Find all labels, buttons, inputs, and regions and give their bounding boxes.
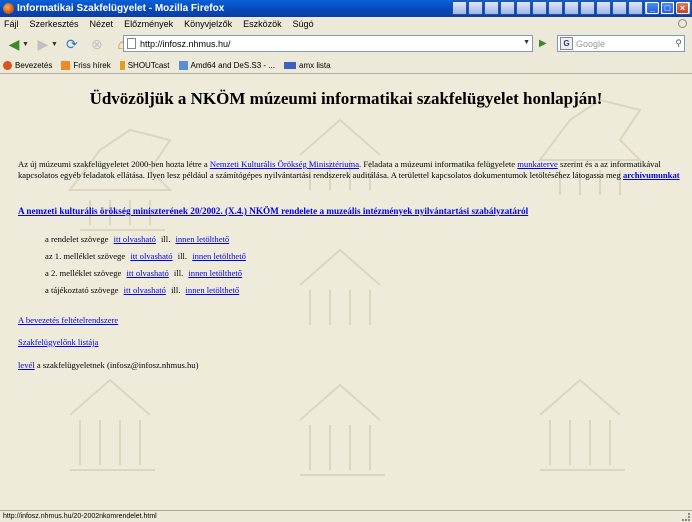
decree-link[interactable]: A nemzeti kulturális örökség miniszterén… bbox=[18, 206, 528, 216]
navigation-toolbar: ◀ ▼ ▶ ▼ ⟳ ⊗ ⌂ http://infosz.nhmus.hu/ ▼ … bbox=[0, 31, 692, 57]
page-title: Üdvözöljük a NKÖM múzeumi informatikai s… bbox=[89, 89, 603, 108]
contact-text: a szakfelügyeletnek (infosz@infosz.nhmus… bbox=[34, 360, 199, 370]
bookmark-label[interactable]: Friss hírek bbox=[73, 61, 110, 70]
menu-history[interactable]: Előzmények bbox=[124, 19, 173, 29]
status-bar: http://infosz.nhmus.hu/20-2002nkomrendel… bbox=[0, 510, 692, 522]
page-icon bbox=[178, 61, 188, 70]
download-link[interactable]: innen letölthető bbox=[176, 234, 230, 244]
page-icon bbox=[127, 38, 136, 49]
menu-bookmarks[interactable]: Könyvjelzők bbox=[184, 19, 232, 29]
read-link[interactable]: itt olvasható bbox=[124, 285, 166, 295]
contact-line: levél a szakfelügyeletnek (infosz@infosz… bbox=[18, 360, 198, 370]
search-input[interactable]: G Google ⚲ bbox=[557, 35, 685, 52]
separator: ill. bbox=[161, 234, 171, 244]
letter-link[interactable]: levél bbox=[18, 360, 35, 370]
ministry-link[interactable]: Nemzeti Kulturális Örökség Minisztériuma bbox=[210, 159, 359, 169]
resize-grip-icon[interactable] bbox=[682, 513, 690, 521]
tray-icon[interactable] bbox=[596, 1, 611, 15]
bookmark-friss-hirek[interactable]: Friss hírek bbox=[61, 61, 111, 70]
intro-text: . Feladata a múzeumi informatika felügye… bbox=[359, 159, 518, 169]
document-row: a 2. melléklet szövege itt olvasható ill… bbox=[45, 268, 242, 278]
bevezetes-link[interactable]: A bevezetés feltételrendszere bbox=[18, 315, 118, 325]
chevron-down-icon[interactable]: ▼ bbox=[523, 39, 530, 46]
firefox-icon bbox=[3, 61, 12, 70]
archive-link[interactable]: archívumunkat bbox=[623, 170, 680, 180]
list-icon bbox=[284, 62, 296, 69]
document-label: az 1. melléklet szövege bbox=[45, 251, 126, 261]
tray-icon[interactable] bbox=[548, 1, 563, 15]
shoutcast-icon bbox=[119, 61, 125, 70]
bookmark-label[interactable]: Bevezetés bbox=[15, 61, 52, 70]
read-link[interactable]: itt olvasható bbox=[114, 234, 156, 244]
document-label: a 2. melléklet szövege bbox=[45, 268, 122, 278]
bookmarks-toolbar: Bevezetés Friss hírek SHOUTcast Amd64 an… bbox=[0, 58, 692, 74]
menu-edit[interactable]: Szerkesztés bbox=[30, 19, 79, 29]
menu-tools[interactable]: Eszközök bbox=[243, 19, 282, 29]
close-button[interactable]: × bbox=[676, 2, 689, 14]
google-icon[interactable]: G bbox=[560, 37, 573, 50]
search-placeholder[interactable]: Google bbox=[576, 39, 605, 49]
document-row: az 1. melléklet szövege itt olvasható il… bbox=[45, 251, 246, 261]
bookmark-shoutcast[interactable]: SHOUTcast bbox=[119, 61, 170, 70]
chevron-down-icon[interactable]: ▼ bbox=[22, 41, 29, 48]
bookmark-label[interactable]: SHOUTcast bbox=[128, 61, 170, 70]
download-link[interactable]: innen letölthető bbox=[188, 268, 242, 278]
rss-icon bbox=[61, 61, 71, 70]
status-text: http://infosz.nhmus.hu/20-2002nkomrendel… bbox=[3, 513, 157, 520]
menu-bar: Fájl Szerkesztés Nézet Előzmények Könyvj… bbox=[0, 17, 692, 31]
tray-icon[interactable] bbox=[452, 1, 467, 15]
reload-icon[interactable]: ⟳ bbox=[61, 34, 83, 54]
menu-help[interactable]: Súgó bbox=[293, 19, 314, 29]
tray-icon[interactable] bbox=[500, 1, 515, 15]
bookmark-label[interactable]: amx lista bbox=[299, 61, 331, 70]
tray-icon[interactable] bbox=[484, 1, 499, 15]
document-label: a tájékoztató szövege bbox=[45, 285, 119, 295]
download-link[interactable]: innen letölthető bbox=[192, 251, 246, 261]
bookmark-amd64[interactable]: Amd64 and DeS.S3 - ... bbox=[178, 61, 276, 70]
firefox-icon bbox=[3, 3, 14, 14]
intro-text: Az új múzeumi szakfelügyeletet 2000-ben … bbox=[18, 159, 210, 169]
throbber-icon bbox=[678, 19, 687, 28]
download-link[interactable]: innen letölthető bbox=[186, 285, 240, 295]
tray-icon[interactable] bbox=[468, 1, 483, 15]
menu-view[interactable]: Nézet bbox=[90, 19, 114, 29]
page-content: Üdvözöljük a NKÖM múzeumi informatikai s… bbox=[0, 75, 692, 510]
separator: ill. bbox=[171, 285, 181, 295]
tray-icon[interactable] bbox=[612, 1, 627, 15]
tray-icon[interactable] bbox=[516, 1, 531, 15]
title-bar: Informatikai Szakfelügyelet - Mozilla Fi… bbox=[0, 0, 692, 17]
bookmark-amx-lista[interactable]: amx lista bbox=[284, 61, 331, 70]
menu-file[interactable]: Fájl bbox=[4, 19, 19, 29]
bookmark-bevezetes[interactable]: Bevezetés bbox=[3, 61, 52, 70]
tray-icon[interactable] bbox=[580, 1, 595, 15]
read-link[interactable]: itt olvasható bbox=[130, 251, 172, 261]
chevron-down-icon[interactable]: ▼ bbox=[51, 41, 58, 48]
intro-paragraph: Az új múzeumi szakfelügyeletet 2000-ben … bbox=[18, 159, 690, 180]
tray-icon[interactable] bbox=[564, 1, 579, 15]
document-label: a rendelet szövege bbox=[45, 234, 109, 244]
url-bar[interactable]: http://infosz.nhmus.hu/ ▼ bbox=[123, 35, 533, 52]
minimize-button[interactable]: _ bbox=[646, 2, 659, 14]
work-plan-link[interactable]: munkaterve bbox=[517, 159, 558, 169]
stop-icon[interactable]: ⊗ bbox=[86, 34, 108, 54]
tray-icon[interactable] bbox=[532, 1, 547, 15]
search-icon[interactable]: ⚲ bbox=[675, 38, 682, 49]
read-link[interactable]: itt olvasható bbox=[127, 268, 169, 278]
document-row: a rendelet szövege itt olvasható ill. in… bbox=[45, 234, 229, 244]
maximize-button[interactable]: □ bbox=[661, 2, 674, 14]
document-row: a tájékoztató szövege itt olvasható ill.… bbox=[45, 285, 239, 295]
go-arrow-icon[interactable]: ▶ bbox=[539, 38, 547, 49]
supervisor-list-link[interactable]: Szakfelügyelőnk listája bbox=[18, 337, 98, 347]
url-text[interactable]: http://infosz.nhmus.hu/ bbox=[140, 39, 231, 49]
window-title: Informatikai Szakfelügyelet - Mozilla Fi… bbox=[17, 3, 225, 14]
bookmark-label[interactable]: Amd64 and DeS.S3 - ... bbox=[191, 61, 276, 70]
tray-icon[interactable] bbox=[628, 1, 643, 15]
separator: ill. bbox=[177, 251, 188, 261]
separator: ill. bbox=[173, 268, 184, 278]
